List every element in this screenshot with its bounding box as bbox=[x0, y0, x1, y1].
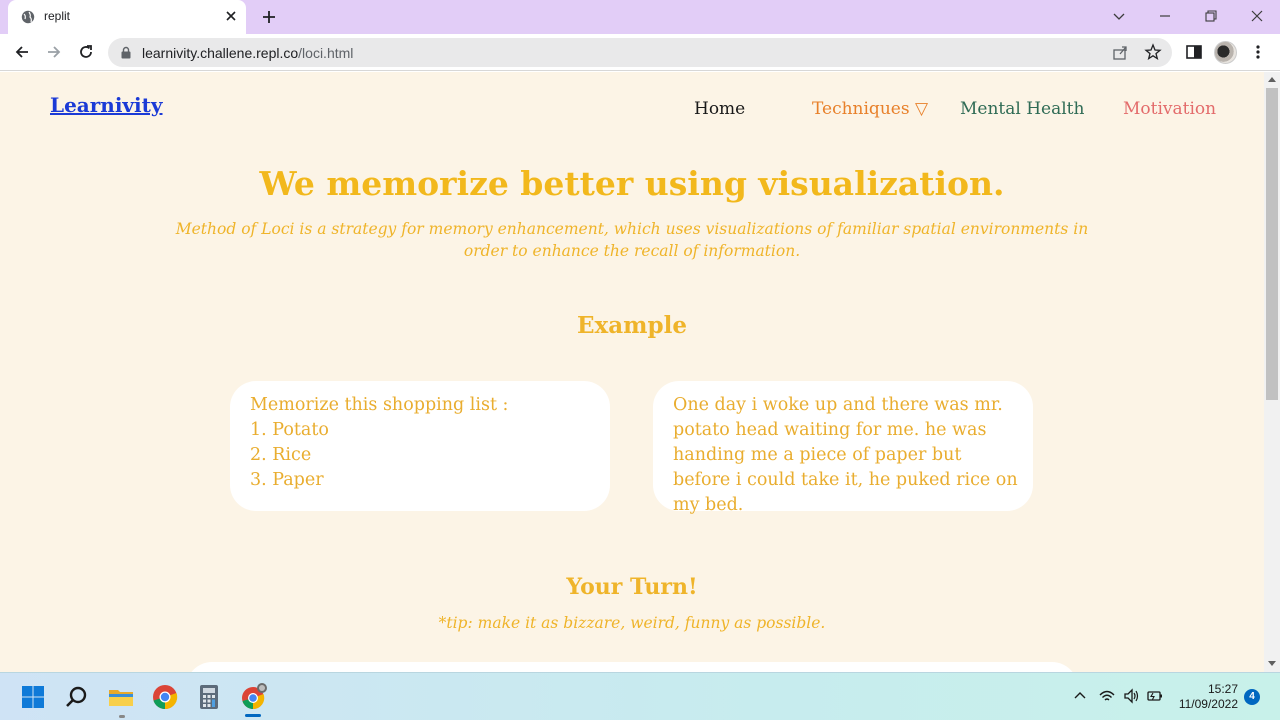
page-scrollbar[interactable] bbox=[1264, 72, 1280, 672]
file-explorer-icon[interactable] bbox=[107, 683, 135, 711]
profile-avatar[interactable] bbox=[1214, 41, 1237, 64]
calculator-icon[interactable] bbox=[195, 683, 223, 711]
globe-icon bbox=[21, 10, 35, 24]
close-tab-icon[interactable] bbox=[222, 7, 240, 25]
close-window-icon[interactable] bbox=[1247, 6, 1267, 26]
list-item: 3. Paper bbox=[250, 470, 324, 490]
page-headline: We memorize better using visualization. bbox=[259, 164, 1005, 203]
tip-text: *tip: make it as bizzare, weird, funny a… bbox=[438, 614, 826, 632]
running-indicator bbox=[119, 715, 125, 718]
list-item: 1. Potato bbox=[250, 420, 329, 440]
nav-motivation[interactable]: Motivation bbox=[1123, 99, 1216, 119]
tab-strip: replit bbox=[0, 0, 1280, 34]
site-brand-link[interactable]: Learnivity bbox=[50, 93, 163, 117]
story-text: One day i woke up and there was mr. pota… bbox=[673, 395, 1018, 515]
menu-kebab-icon[interactable] bbox=[1248, 42, 1268, 62]
example-heading: Example bbox=[577, 312, 687, 339]
clock-date: 11/09/2022 bbox=[1178, 697, 1238, 711]
bookmark-star-icon[interactable] bbox=[1144, 43, 1162, 61]
wifi-icon[interactable] bbox=[1098, 687, 1116, 705]
browser-toolbar: learnivity.challene.repl.co/loci.html bbox=[0, 34, 1280, 71]
nav-home[interactable]: Home bbox=[694, 99, 745, 119]
new-tab-icon[interactable] bbox=[260, 8, 278, 26]
system-clock[interactable]: 15:27 11/09/2022 bbox=[1174, 682, 1238, 712]
back-icon[interactable] bbox=[12, 42, 32, 62]
nav-mental-health[interactable]: Mental Health bbox=[960, 99, 1084, 119]
notification-badge[interactable]: 4 bbox=[1244, 689, 1260, 705]
nav-techniques-dropdown[interactable]: Techniques ▽ bbox=[812, 99, 928, 119]
chrome-profile-icon[interactable] bbox=[239, 683, 267, 711]
browser-tab[interactable]: replit bbox=[8, 0, 246, 34]
lock-icon[interactable] bbox=[120, 46, 132, 59]
tab-title: replit bbox=[44, 9, 71, 23]
list-item: 2. Rice bbox=[250, 445, 312, 465]
battery-icon[interactable] bbox=[1146, 687, 1164, 705]
scrollbar-thumb[interactable] bbox=[1266, 88, 1278, 400]
windows-start-icon[interactable] bbox=[19, 683, 47, 711]
web-page: Learnivity Home Techniques ▽ Mental Heal… bbox=[0, 72, 1264, 672]
chevron-up-icon[interactable] bbox=[1071, 687, 1089, 705]
side-panel-icon[interactable] bbox=[1184, 42, 1204, 62]
forward-icon[interactable] bbox=[44, 42, 64, 62]
volume-icon[interactable] bbox=[1122, 687, 1140, 705]
taskbar: 15:27 11/09/2022 4 bbox=[0, 672, 1280, 720]
restore-icon[interactable] bbox=[1201, 6, 1221, 26]
active-app-indicator bbox=[245, 714, 261, 717]
tab-search-chevron-icon[interactable] bbox=[1109, 6, 1129, 26]
scroll-down-arrow-icon[interactable] bbox=[1268, 661, 1276, 666]
reload-icon[interactable] bbox=[76, 42, 96, 62]
chrome-icon[interactable] bbox=[151, 683, 179, 711]
minimize-icon[interactable] bbox=[1155, 6, 1175, 26]
share-icon[interactable] bbox=[1112, 44, 1129, 61]
scroll-up-arrow-icon[interactable] bbox=[1268, 77, 1276, 82]
your-turn-card[interactable] bbox=[186, 662, 1078, 672]
search-icon[interactable] bbox=[63, 683, 91, 711]
story-card: One day i woke up and there was mr. pota… bbox=[653, 381, 1033, 515]
url-text[interactable]: learnivity.challene.repl.co/loci.html bbox=[142, 45, 353, 61]
your-turn-heading: Your Turn! bbox=[566, 574, 698, 600]
shopping-list-card: Memorize this shopping list : 1. Potato … bbox=[230, 381, 610, 511]
shopping-list-heading: Memorize this shopping list : bbox=[250, 395, 509, 415]
intro-paragraph: Method of Loci is a strategy for memory … bbox=[175, 220, 1089, 260]
clock-time: 15:27 bbox=[1207, 682, 1238, 696]
address-bar[interactable]: learnivity.challene.repl.co/loci.html bbox=[108, 38, 1172, 67]
